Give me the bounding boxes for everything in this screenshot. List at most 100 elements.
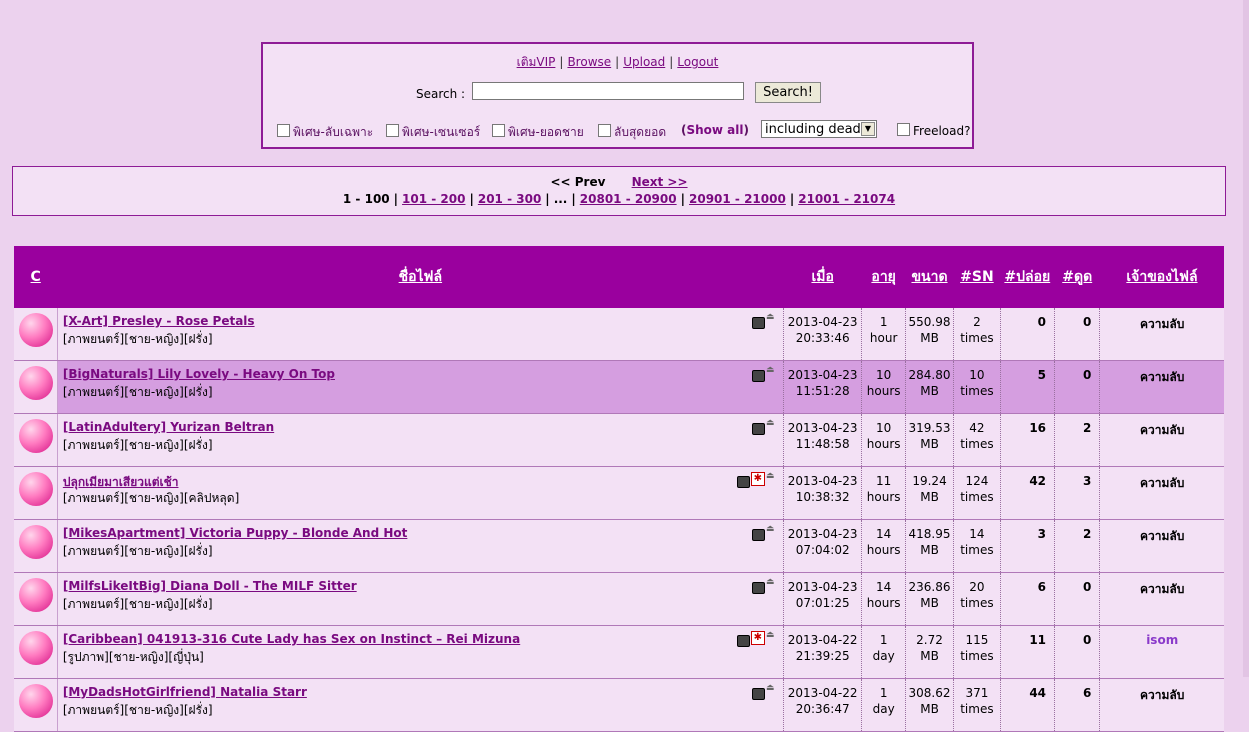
seeders-cell[interactable]: 16 [1000, 413, 1056, 467]
camera-icon[interactable] [751, 582, 765, 594]
leechers-cell[interactable]: 2 [1054, 413, 1101, 467]
col-size[interactable]: ขนาด [905, 246, 954, 308]
next-link[interactable]: Next >> [632, 175, 688, 189]
col-filename[interactable]: ชื่อไฟล์ [57, 246, 784, 308]
seeders-cell[interactable]: 42 [1000, 466, 1056, 520]
torrent-title-link[interactable]: [MyDadsHotGirlfriend] Natalia Starr [63, 685, 307, 699]
leechers-cell[interactable]: 6 [1054, 678, 1101, 732]
separator: | [615, 55, 620, 69]
category-cell[interactable] [14, 413, 58, 467]
separator: | [559, 55, 564, 69]
seeders-cell[interactable]: 3 [1000, 519, 1056, 573]
checkbox[interactable] [598, 124, 611, 137]
seeders-cell[interactable]: 5 [1000, 360, 1056, 414]
leechers-cell[interactable]: 0 [1054, 572, 1101, 626]
heart-icon[interactable] [19, 366, 53, 400]
checkbox[interactable] [492, 124, 505, 137]
category-cell[interactable] [14, 625, 58, 679]
camera-icon[interactable] [751, 688, 765, 700]
size-cell: 2.72 MB [905, 625, 955, 679]
heart-icon[interactable] [19, 525, 53, 559]
logout-link[interactable]: Logout [677, 55, 718, 69]
torrent-title-link[interactable]: [MikesApartment] Victoria Puppy - Blonde… [63, 526, 408, 540]
seeders-cell[interactable]: 0 [1000, 308, 1056, 361]
category-cell[interactable] [14, 572, 58, 626]
col-age[interactable]: อายุ [861, 246, 906, 308]
camera-icon[interactable] [751, 423, 765, 435]
search-input[interactable] [472, 82, 744, 100]
col-snatched[interactable]: #SN [953, 246, 1001, 308]
page-link[interactable]: 201 - 300 [478, 192, 541, 206]
category-cell[interactable] [14, 678, 58, 732]
checkbox[interactable] [277, 124, 290, 137]
heart-icon[interactable] [19, 631, 53, 665]
leechers-cell[interactable]: 0 [1054, 360, 1101, 414]
page-link[interactable]: 101 - 200 [402, 192, 465, 206]
category-cell[interactable] [14, 519, 58, 573]
seeders-cell[interactable]: 11 [1000, 625, 1056, 679]
seeders-cell[interactable]: 44 [1000, 678, 1056, 732]
new-star-icon: ✱ [750, 631, 765, 645]
download-icon[interactable]: ⏏ [766, 525, 780, 534]
scrollbar[interactable] [1243, 0, 1249, 677]
search-button[interactable]: Search! [755, 82, 821, 103]
category-cell[interactable] [14, 360, 58, 414]
download-icon[interactable]: ⏏ [766, 578, 780, 587]
snatched-cell: 115 times [953, 625, 1001, 679]
checkbox[interactable] [386, 124, 399, 137]
seeders-cell[interactable]: 6 [1000, 572, 1056, 626]
col-leechers[interactable]: #ดูด [1054, 246, 1100, 308]
heart-icon[interactable] [19, 313, 53, 347]
download-icon[interactable]: ⏏ [766, 313, 780, 322]
dead-select[interactable]: including dead ▼ [761, 120, 877, 138]
col-category[interactable]: C [14, 246, 58, 308]
col-owner[interactable]: เจ้าของไฟล์ [1099, 246, 1224, 308]
owner-link[interactable]: isom [1146, 633, 1178, 647]
col-date[interactable]: เมื่อ [783, 246, 862, 308]
show-all-link[interactable]: Show all [686, 123, 743, 137]
download-icon[interactable]: ⏏ [766, 631, 780, 640]
download-icon[interactable]: ⏏ [766, 472, 780, 481]
leechers-cell[interactable]: 3 [1054, 466, 1101, 520]
download-icon[interactable]: ⏏ [766, 419, 780, 428]
camera-icon[interactable] [736, 476, 750, 488]
heart-icon[interactable] [19, 472, 53, 506]
camera-icon[interactable] [751, 317, 765, 329]
chevron-down-icon[interactable]: ▼ [861, 122, 875, 136]
heart-icon[interactable] [19, 578, 53, 612]
vip-link[interactable]: เติมVIP [517, 55, 556, 69]
category-cell[interactable] [14, 308, 58, 361]
leechers-cell[interactable]: 0 [1054, 625, 1101, 679]
camera-icon[interactable] [736, 635, 750, 647]
torrent-title-link[interactable]: [Caribbean] 041913-316 Cute Lady has Sex… [63, 632, 520, 646]
name-cell: [Caribbean] 041913-316 Cute Lady has Sex… [57, 625, 784, 679]
torrent-title-link[interactable]: [LatinAdultery] Yurizan Beltran [63, 420, 274, 434]
leechers-cell[interactable]: 2 [1054, 519, 1101, 573]
checkbox[interactable] [897, 123, 910, 136]
heart-icon[interactable] [19, 419, 53, 453]
page-link[interactable]: 21001 - 21074 [798, 192, 895, 206]
filter-special-male[interactable]: พิเศษ-ยอดชาย [492, 123, 584, 142]
torrent-title-link[interactable]: [X-Art] Presley - Rose Petals [63, 314, 255, 328]
leechers-cell[interactable]: 0 [1054, 308, 1101, 361]
upload-link[interactable]: Upload [623, 55, 665, 69]
table-row: [MikesApartment] Victoria Puppy - Blonde… [14, 519, 1224, 573]
browse-link[interactable]: Browse [567, 55, 611, 69]
camera-icon[interactable] [751, 370, 765, 382]
torrent-title-link[interactable]: [MilfsLikeItBig] Diana Doll - The MILF S… [63, 579, 357, 593]
filter-special-censored[interactable]: พิเศษ-เซนเซอร์ [386, 123, 480, 142]
filter-top-secret[interactable]: ลับสุดยอด [598, 123, 666, 142]
filter-special-exclusive[interactable]: พิเศษ-ลับเฉพาะ [277, 123, 373, 142]
page-link[interactable]: 20901 - 21000 [689, 192, 786, 206]
col-seeders[interactable]: #ปล่อย [1000, 246, 1055, 308]
torrent-title-link[interactable]: [BigNaturals] Lily Lovely - Heavy On Top [63, 367, 335, 381]
camera-icon[interactable] [751, 529, 765, 541]
category-cell[interactable] [14, 466, 58, 520]
download-icon[interactable]: ⏏ [766, 366, 780, 375]
freeload-checkbox[interactable]: Freeload? [897, 123, 970, 138]
page-list: 1 - 100 | 101 - 200 | 201 - 300 |... | 20801 - … [342, 192, 896, 206]
heart-icon[interactable] [19, 684, 53, 718]
age-cell: 1 day [861, 678, 906, 732]
page-link[interactable]: 20801 - 20900 [580, 192, 677, 206]
download-icon[interactable]: ⏏ [766, 684, 780, 693]
